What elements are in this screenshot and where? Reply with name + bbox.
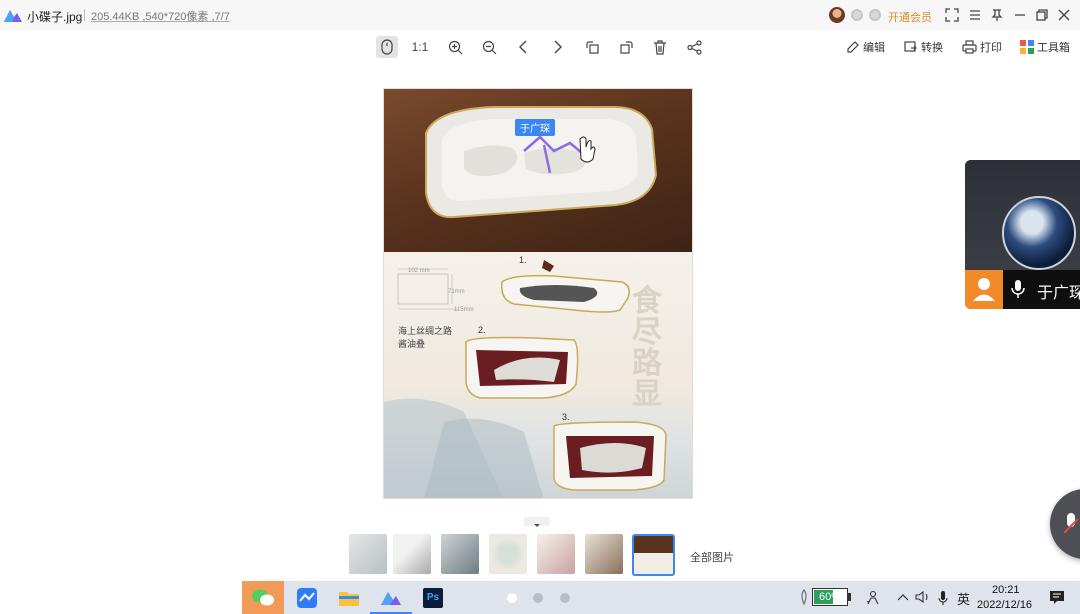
folder-icon	[339, 591, 359, 606]
photoshop-icon: Ps	[423, 587, 443, 608]
fullscreen-icon[interactable]	[945, 8, 959, 22]
menu-icon[interactable]	[968, 8, 982, 22]
step-1-label: 1.	[519, 255, 527, 265]
vip-link[interactable]: 开通会员	[888, 9, 932, 25]
minimize-icon[interactable]	[1013, 8, 1027, 22]
battery-terminal	[848, 593, 851, 601]
user-icon	[973, 278, 995, 301]
wechat-app-button[interactable]	[242, 581, 284, 614]
user-avatar[interactable]	[829, 7, 845, 23]
all-images-link[interactable]: 全部图片	[690, 549, 734, 565]
step-2-label: 2.	[478, 325, 486, 335]
notification-icon[interactable]	[1049, 589, 1065, 605]
battery-indicator[interactable]: 60%	[812, 588, 848, 606]
chevron-up-icon[interactable]	[897, 592, 909, 602]
clock-time[interactable]: 20:21	[992, 584, 1020, 596]
file-name: 小碟子.jpg	[27, 10, 83, 24]
clock-date[interactable]: 2022/12/16	[977, 599, 1032, 611]
previous-image-icon[interactable]	[512, 36, 534, 58]
restore-icon[interactable]	[1035, 8, 1049, 22]
image-viewer-icon	[381, 591, 401, 605]
edit-label: 编辑	[863, 42, 885, 54]
delete-icon[interactable]	[649, 36, 671, 58]
close-icon[interactable]	[1057, 8, 1071, 22]
battery-percent: 60%	[818, 591, 842, 603]
actual-size-button[interactable]: 1:1	[409, 36, 431, 58]
file-meta[interactable]: 205.44KB ,540*720像素 ,7/7	[91, 8, 230, 24]
print-label: 打印	[980, 42, 1002, 54]
photoshop-app-button[interactable]: Ps	[412, 581, 454, 614]
thumbnail[interactable]	[537, 534, 575, 574]
thumbnail[interactable]	[489, 534, 527, 574]
title-bar: 小碟子.jpg 205.44KB ,540*720像素 ,7/7 开通会员	[0, 0, 1080, 30]
annotation-name-tag: 于广琛	[515, 119, 555, 136]
taskbar: Ps	[242, 581, 1080, 614]
thumbnail[interactable]	[393, 534, 431, 574]
zoom-in-icon[interactable]	[444, 36, 466, 58]
share-icon[interactable]	[683, 36, 705, 58]
thumbnail[interactable]	[585, 534, 623, 574]
workspace-dot[interactable]	[560, 593, 570, 603]
toolbox-icon	[1020, 40, 1034, 54]
shield-icon[interactable]	[869, 9, 881, 21]
microphone-tray-icon[interactable]	[938, 590, 948, 606]
print-button[interactable]: 打印	[962, 39, 1002, 55]
edit-button[interactable]: 编辑	[846, 39, 885, 55]
participant-name: 于广琛	[1037, 285, 1080, 302]
rotate-left-icon[interactable]	[581, 36, 603, 58]
coin-icon[interactable]	[851, 9, 863, 21]
ime-language-indicator[interactable]: 英	[957, 589, 970, 608]
next-image-icon[interactable]	[547, 36, 569, 58]
edit-icon	[847, 41, 859, 53]
speaker-icon[interactable]	[915, 590, 931, 604]
power-leaf-icon[interactable]	[799, 589, 809, 605]
step-3-label: 3.	[562, 412, 570, 422]
participant-video-thumbnail	[1002, 196, 1076, 270]
design-sheet: 102 mm 71mm 115mm 海上丝绸之路 酱油叠 1. 2. 3. 食尽…	[384, 252, 692, 498]
dimension-bottom: 115mm	[454, 307, 474, 313]
file-explorer-app-button[interactable]	[328, 581, 370, 614]
feishu-app-button[interactable]	[286, 581, 328, 614]
dimension-side: 71mm	[448, 289, 465, 295]
viewer-toolbar: 1:1 编辑 转换 打印 工具箱	[0, 34, 1080, 60]
zoom-out-icon[interactable]	[478, 36, 500, 58]
convert-button[interactable]: 转换	[904, 39, 943, 55]
toolbox-label: 工具箱	[1037, 42, 1070, 54]
pin-icon[interactable]	[990, 8, 1004, 22]
printer-icon	[962, 40, 977, 54]
title-separator	[84, 9, 85, 21]
caption-line-1: 海上丝绸之路	[398, 326, 453, 336]
dimension-top: 102 mm	[408, 268, 430, 274]
displayed-image[interactable]: 于广琛 102 mm 71mm 115mm 海上丝绸之路 酱油叠 1. 2. 3…	[383, 88, 693, 499]
microphone-icon	[1011, 280, 1025, 298]
thumbnail-selected[interactable]	[632, 534, 675, 576]
convert-icon	[904, 41, 917, 52]
floating-microphone-button[interactable]	[1050, 489, 1080, 559]
app-logo-icon	[4, 10, 22, 22]
vertical-title: 食尽路显	[632, 284, 662, 412]
workspace-dot[interactable]	[533, 593, 543, 603]
user-avatar-tile	[965, 270, 1003, 309]
thumbnail-toggle-button[interactable]	[524, 517, 550, 527]
people-icon[interactable]	[865, 590, 881, 606]
workspace-dot-active[interactable]	[507, 593, 517, 603]
rotate-right-icon[interactable]	[615, 36, 637, 58]
thumbnail[interactable]	[349, 534, 387, 574]
video-call-window[interactable]: 于广琛	[965, 160, 1080, 309]
caption-line-2: 酱油叠	[398, 339, 426, 349]
convert-label: 转换	[921, 42, 943, 54]
muted-microphone-icon	[1064, 513, 1079, 534]
wechat-icon	[252, 589, 274, 605]
toolbox-button[interactable]: 工具箱	[1020, 39, 1070, 55]
dish-photo: 于广琛	[384, 89, 692, 252]
mouse-mode-icon[interactable]	[376, 36, 398, 58]
thumbnail[interactable]	[441, 534, 479, 574]
feishu-icon	[297, 587, 317, 608]
image-viewer-app-button[interactable]	[370, 581, 412, 614]
